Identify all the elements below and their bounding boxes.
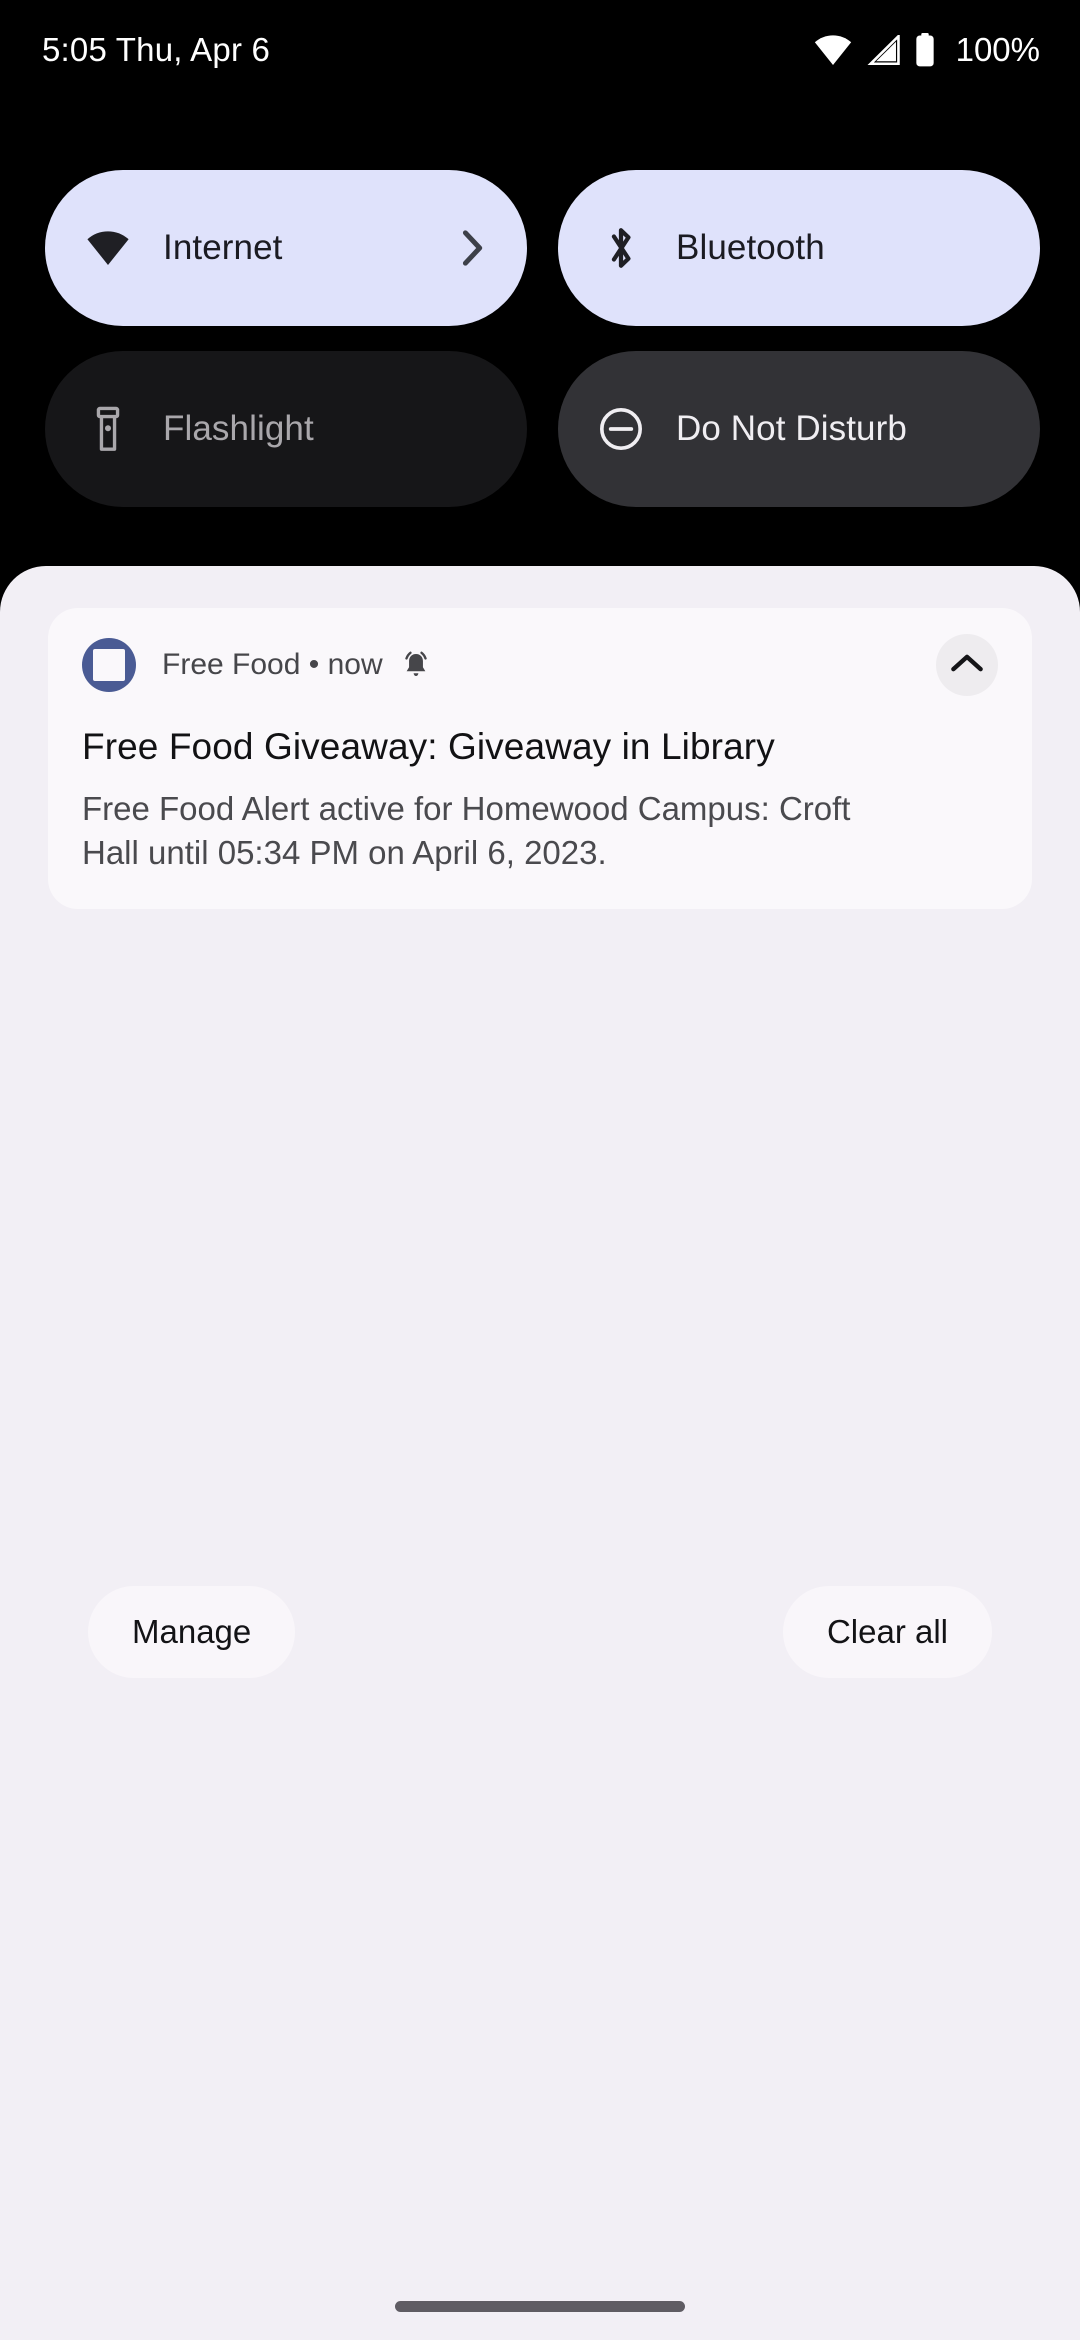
qs-tile-label: Flashlight	[163, 409, 314, 448]
notification-header: Free Food • now	[82, 634, 998, 696]
notification-shade-panel: Free Food • now Free Food Giveaway: Give…	[0, 566, 1080, 2340]
do-not-disturb-icon	[598, 406, 644, 452]
qs-tile-internet[interactable]: Internet	[45, 170, 527, 326]
notification-footer-actions: Manage Clear all	[88, 1586, 992, 1678]
chevron-right-icon[interactable]	[461, 229, 485, 267]
chevron-up-icon	[950, 652, 984, 679]
notification-collapse-button[interactable]	[936, 634, 998, 696]
cellular-signal-icon	[866, 35, 900, 65]
qs-tile-flashlight[interactable]: Flashlight	[45, 351, 527, 507]
gesture-navigation-bar[interactable]	[395, 2301, 685, 2312]
notification-body-text: Free Food Alert active for Homewood Camp…	[82, 790, 851, 871]
notification-card[interactable]: Free Food • now Free Food Giveaway: Give…	[48, 608, 1032, 909]
battery-icon	[914, 33, 936, 67]
status-bar-icons: 100%	[814, 31, 1040, 69]
app-icon-glyph	[93, 649, 125, 681]
phone-screen: 5:05 Thu, Apr 6 100% Internet Bluetooth …	[0, 0, 1080, 2340]
clear-all-button[interactable]: Clear all	[782, 1586, 992, 1678]
wifi-icon	[814, 35, 852, 65]
notification-title: Free Food Giveaway: Giveaway in Library	[82, 726, 775, 767]
qs-tile-label: Internet	[163, 228, 283, 267]
notification-app-name-time: Free Food • now	[162, 648, 383, 681]
bell-ringing-icon	[399, 648, 433, 682]
flashlight-icon	[85, 406, 131, 452]
battery-percentage-label: 100%	[955, 31, 1040, 68]
qs-tile-bluetooth[interactable]: Bluetooth	[558, 170, 1040, 326]
status-bar: 5:05 Thu, Apr 6 100%	[0, 0, 1080, 100]
manage-button[interactable]: Manage	[88, 1586, 296, 1678]
qs-tile-label: Do Not Disturb	[676, 409, 907, 448]
free-food-app-icon	[82, 638, 136, 692]
status-bar-clock: 5:05 Thu, Apr 6	[42, 31, 271, 68]
quick-settings-grid: Internet Bluetooth Flashlight Do Not Dis…	[45, 170, 1040, 507]
wifi-icon	[85, 225, 131, 271]
bluetooth-icon	[598, 225, 644, 271]
qs-tile-do-not-disturb[interactable]: Do Not Disturb	[558, 351, 1040, 507]
notification-meta: Free Food • now	[162, 648, 433, 682]
qs-tile-label: Bluetooth	[676, 228, 825, 267]
